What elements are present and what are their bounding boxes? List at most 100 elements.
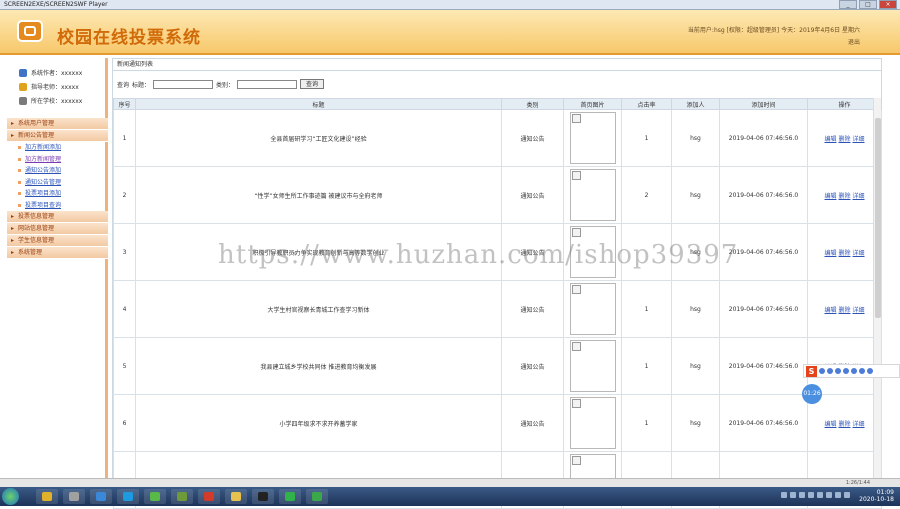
- sidebar-menu: 系统用户管理 新闻公告管理 加方新闻添加 加方新闻管理 通知公告添加 通知公告管…: [7, 118, 108, 259]
- ime-emoji-icon[interactable]: [835, 368, 841, 374]
- app-logo-icon: [17, 20, 43, 42]
- minimize-button[interactable]: _: [839, 0, 857, 9]
- ime-keyboard-icon[interactable]: [851, 368, 857, 374]
- table-row: 5 我县建立城乡学校共同体 推进教育均衡发展 通知公告 1 hsg 2019-04-06 …: [113, 337, 882, 395]
- delete-link[interactable]: 删除: [838, 421, 850, 428]
- menu-item-news-manage[interactable]: 加方新闻管理: [7, 154, 108, 166]
- table-row: 6 小学四年级求不求开养蓄学家 通知公告 1 hsg 2019-04-06 07:46:5…: [113, 394, 882, 452]
- tray-icon[interactable]: [808, 492, 814, 498]
- tray-icon[interactable]: [781, 492, 787, 498]
- row-image-cell: [563, 166, 622, 224]
- edit-link[interactable]: 编辑: [824, 250, 836, 257]
- delete-link[interactable]: 删除: [838, 307, 850, 314]
- menu-group-news[interactable]: 新闻公告管理: [7, 130, 108, 142]
- ime-toolbar[interactable]: S: [803, 364, 900, 378]
- menu-group-users[interactable]: 系统用户管理: [7, 118, 108, 130]
- row-number: 6: [113, 394, 136, 452]
- row-time: 2019-04-06 07:46:56.0: [719, 394, 808, 452]
- player-time: 1:26/1:44: [845, 480, 870, 486]
- row-category: 通知公告: [501, 166, 564, 224]
- ime-punct-icon[interactable]: [827, 368, 833, 374]
- taskbar-chrome[interactable]: [36, 489, 58, 504]
- category-filter-label: 类别：: [216, 81, 235, 89]
- taskbar-qq[interactable]: [252, 489, 274, 504]
- search-bar: 查询 标题： 类别： 查询: [113, 77, 881, 91]
- detail-link[interactable]: 详细: [853, 421, 865, 428]
- title-search-input[interactable]: [153, 79, 214, 89]
- taskbar-wechat[interactable]: [279, 489, 301, 504]
- tray-icon[interactable]: [799, 492, 805, 498]
- edit-link[interactable]: 编辑: [824, 421, 836, 428]
- taskbar-app[interactable]: [117, 489, 139, 504]
- start-button[interactable]: [2, 488, 19, 505]
- sogou-ime-icon[interactable]: S: [806, 365, 817, 377]
- tray-icon[interactable]: [826, 492, 832, 498]
- taskbar-clock[interactable]: 01:09 2020-10-18: [859, 489, 894, 503]
- taskbar-explorer[interactable]: [225, 489, 247, 504]
- content-panel: 新闻通知列表 查询 标题： 类别： 查询 序号 标题 类别 首页图片 点击率 添…: [112, 58, 882, 509]
- category-search-input[interactable]: [237, 79, 298, 89]
- detail-link[interactable]: 详细: [853, 136, 865, 143]
- column-header: 添加人: [671, 98, 720, 110]
- row-time: 2019-04-06 07:46:56.0: [719, 109, 808, 167]
- row-number: 5: [113, 337, 136, 395]
- taskbar-app[interactable]: [198, 489, 220, 504]
- taskbar-app[interactable]: [144, 489, 166, 504]
- delete-link[interactable]: 删除: [838, 250, 850, 257]
- menu-group-site-info[interactable]: 网站信息管理: [7, 223, 108, 235]
- detail-link[interactable]: 详细: [853, 250, 865, 257]
- row-time: 2019-04-06 07:46:56.0: [719, 166, 808, 224]
- row-time: 2019-04-06 07:46:56.0: [719, 280, 808, 338]
- app-title: 校园在线投票系统: [57, 28, 201, 48]
- column-header: 序号: [113, 98, 136, 110]
- teacher-info: 指导老师：xxxxx: [19, 82, 109, 91]
- close-button[interactable]: ×: [879, 0, 897, 9]
- tray-icon[interactable]: [844, 492, 850, 498]
- taskbar-app[interactable]: [63, 489, 85, 504]
- maximize-button[interactable]: □: [859, 0, 877, 9]
- row-image-cell: [563, 280, 622, 338]
- window-titlebar: SCREEN2EXE/SCREEN2SWF Player _ □ ×: [0, 0, 900, 10]
- tray-icon[interactable]: [790, 492, 796, 498]
- row-category: 通知公告: [501, 109, 564, 167]
- menu-item-notice-add[interactable]: 通知公告添加: [7, 165, 108, 177]
- row-category: 通知公告: [501, 394, 564, 452]
- broken-image-icon: [569, 112, 616, 164]
- taskbar-player[interactable]: [306, 489, 328, 504]
- tray-icon[interactable]: [835, 492, 841, 498]
- column-header: 点击率: [621, 98, 672, 110]
- row-category: 通知公告: [501, 280, 564, 338]
- menu-item-news-add[interactable]: 加方新闻添加: [7, 142, 108, 154]
- tray-icon[interactable]: [817, 492, 823, 498]
- menu-item-vote-query[interactable]: 投票项目查询: [7, 200, 108, 212]
- edit-link[interactable]: 编辑: [824, 307, 836, 314]
- vertical-scrollbar[interactable]: [873, 98, 881, 483]
- teacher-icon: [19, 82, 27, 91]
- timer-bubble[interactable]: 01:26: [802, 384, 822, 404]
- taskbar-app[interactable]: [171, 489, 193, 504]
- school-label: 所在学校：xxxxxx: [31, 98, 83, 105]
- row-clicks: 1: [621, 109, 672, 167]
- ime-voice-icon[interactable]: [843, 368, 849, 374]
- menu-group-system[interactable]: 系统管理: [7, 247, 108, 259]
- row-number: 4: [113, 280, 136, 338]
- search-button[interactable]: 查询: [300, 79, 325, 89]
- ime-skin-icon[interactable]: [859, 368, 865, 374]
- edit-link[interactable]: 编辑: [824, 193, 836, 200]
- ime-mode-icon[interactable]: [819, 368, 825, 374]
- delete-link[interactable]: 删除: [838, 136, 850, 143]
- table-row: 1 全县首届研学习“工匠文化建设”经验 通知公告 1 hsg 2019-04-06 07:…: [113, 109, 882, 167]
- menu-item-vote-add[interactable]: 投票项目添加: [7, 188, 108, 200]
- edit-link[interactable]: 编辑: [824, 136, 836, 143]
- ime-tools-icon[interactable]: [867, 368, 873, 374]
- detail-link[interactable]: 详细: [853, 307, 865, 314]
- app-header: 校园在线投票系统 当前用户:hsg [权限：超级管理员] 今天：2019年4月6…: [0, 10, 900, 55]
- row-adder: hsg: [671, 166, 720, 224]
- menu-group-students[interactable]: 学生信息管理: [7, 235, 108, 247]
- logout-link[interactable]: 退出: [848, 37, 860, 46]
- detail-link[interactable]: 详细: [853, 193, 865, 200]
- menu-group-vote-info[interactable]: 投票信息管理: [7, 211, 108, 223]
- taskbar-app[interactable]: [90, 489, 112, 504]
- menu-item-notice-manage[interactable]: 通知公告管理: [7, 177, 108, 189]
- delete-link[interactable]: 删除: [838, 193, 850, 200]
